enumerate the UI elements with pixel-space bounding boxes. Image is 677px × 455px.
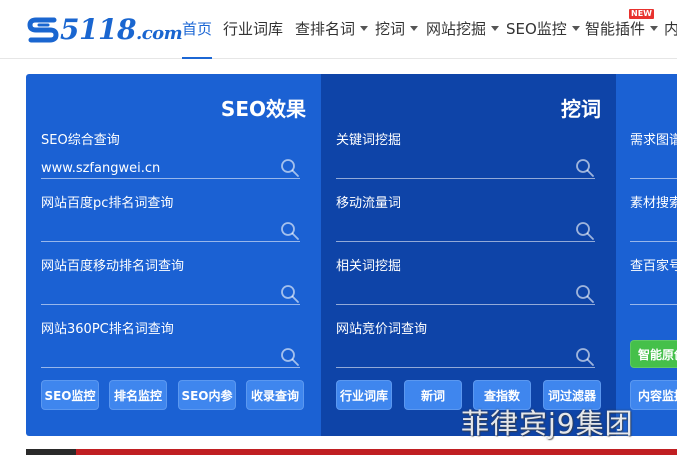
nav-item-rank-words[interactable]: 查排名词 xyxy=(295,19,369,39)
material-search: 素材搜索 xyxy=(630,195,677,255)
nav-item-home[interactable]: 首页 xyxy=(182,19,213,59)
baidu-mobile-rank-query: 网站百度移动排名词查询 xyxy=(41,258,300,318)
logo-suffix: .com xyxy=(135,23,183,44)
nav-item-smart-plugin[interactable]: 智能插件 xyxy=(585,19,659,39)
field-label: 需求图谱 xyxy=(630,133,677,148)
field-label: 关键词挖掘 xyxy=(336,133,402,148)
field-underline xyxy=(630,304,677,305)
smart-original-button[interactable]: 智能原创 xyxy=(630,340,677,368)
magnifier-icon[interactable] xyxy=(280,221,300,241)
nav-item-dig-words[interactable]: 挖词 xyxy=(375,19,419,39)
field-underline xyxy=(41,367,300,368)
field-underline xyxy=(630,178,677,179)
baidu-mobile-rank-input[interactable] xyxy=(41,282,267,306)
magnifier-icon[interactable] xyxy=(280,158,300,178)
magnifier-icon[interactable] xyxy=(280,347,300,367)
related-words-input[interactable] xyxy=(336,282,562,306)
nav-item-content[interactable]: 内 xyxy=(664,19,677,39)
field-label: 相关词挖掘 xyxy=(336,259,402,274)
logo-text: 5118.com xyxy=(60,12,183,52)
related-words-mining: 相关词挖掘 xyxy=(336,258,595,318)
chevron-down-icon xyxy=(571,26,580,31)
field-label: 素材搜索 xyxy=(630,196,677,211)
nav-item-label: 查排名词 xyxy=(295,20,356,38)
bid-words-query: 网站竞价词查询 xyxy=(336,321,595,381)
new-words-button[interactable]: 新词 xyxy=(404,380,462,410)
nav-item-label: 网站挖掘 xyxy=(426,20,487,38)
nav-item-seo-monitor[interactable]: SEO监控 xyxy=(506,19,580,39)
field-label: 移动流量词 xyxy=(336,196,402,211)
field-label: SEO综合查询 xyxy=(41,133,120,148)
field-underline xyxy=(630,241,677,242)
next-section-banner xyxy=(26,449,677,455)
nav-item-site-mining[interactable]: 网站挖掘 xyxy=(426,19,500,39)
logo-s-icon xyxy=(27,17,59,43)
industry-lexicon-button[interactable]: 行业词库 xyxy=(336,380,392,410)
content-monitor-button[interactable]: 内容监控 xyxy=(630,380,677,410)
panel-seo-effect: SEO效果 SEO综合查询 网站百度pc排名词查询 网站百度移动排名词查询 xyxy=(26,74,321,436)
nav-item-label: 挖词 xyxy=(375,20,406,38)
seo-overall-input[interactable] xyxy=(41,156,267,180)
field-label: 网站百度移动排名词查询 xyxy=(41,259,185,274)
mobile-traffic-words: 移动流量词 xyxy=(336,195,595,255)
demand-graph: 需求图谱 xyxy=(630,132,677,192)
field-underline xyxy=(336,178,595,179)
panel-dig-words: 挖词 关键词挖掘 移动流量词 相关词挖掘 网站竞价词查询 行业词库 新词 查指数… xyxy=(321,74,616,436)
header-spacer xyxy=(0,59,677,74)
nav-item-label: 智能插件 xyxy=(585,20,646,38)
baijiahao-search: 查百家号 xyxy=(630,258,677,318)
magnifier-icon[interactable] xyxy=(575,284,595,304)
nav-item-label: SEO监控 xyxy=(506,20,567,38)
baidu-pc-rank-query: 网站百度pc排名词查询 xyxy=(41,195,300,255)
magnifier-icon[interactable] xyxy=(280,284,300,304)
seo-monitor-button[interactable]: SEO监控 xyxy=(41,380,99,410)
so360-pc-rank-input[interactable] xyxy=(41,345,267,369)
bid-words-input[interactable] xyxy=(336,345,562,369)
chevron-down-icon xyxy=(650,26,659,31)
chevron-down-icon xyxy=(360,26,369,31)
nav-item-label: 行业词库 xyxy=(223,20,284,38)
nav-item-industry-lexicon[interactable]: 行业词库 xyxy=(223,19,283,39)
field-underline xyxy=(41,178,300,179)
chevron-down-icon xyxy=(491,26,500,31)
nav-item-label: 首页 xyxy=(182,20,213,38)
keyword-mining: 关键词挖掘 xyxy=(336,132,595,192)
new-badge: NEW xyxy=(629,9,654,19)
field-underline xyxy=(41,241,300,242)
so360-pc-rank-query: 网站360PC排名词查询 xyxy=(41,321,300,381)
field-underline xyxy=(41,304,300,305)
magnifier-icon[interactable] xyxy=(575,347,595,367)
field-underline xyxy=(336,241,595,242)
field-label: 网站360PC排名词查询 xyxy=(41,322,174,337)
field-label: 网站竞价词查询 xyxy=(336,322,428,337)
mobile-traffic-input[interactable] xyxy=(336,219,562,243)
keyword-mining-input[interactable] xyxy=(336,156,562,180)
tool-panels: SEO效果 SEO综合查询 网站百度pc排名词查询 网站百度移动排名词查询 xyxy=(26,74,677,436)
chevron-down-icon xyxy=(410,26,419,31)
watermark-text: 菲律宾j9集团 xyxy=(461,407,634,440)
magnifier-icon[interactable] xyxy=(575,221,595,241)
field-underline xyxy=(336,304,595,305)
field-underline xyxy=(336,367,595,368)
index-query-button[interactable]: 收录查询 xyxy=(246,380,304,410)
panel-title: 挖词 xyxy=(561,97,601,121)
field-label: 查百家号 xyxy=(630,259,677,274)
field-label: 网站百度pc排名词查询 xyxy=(41,196,174,211)
top-header: 5118.com 首页 行业词库 查排名词 挖词 网站挖掘 SEO监控 智能插件… xyxy=(0,0,677,59)
panel-content-tools: 需求图谱 素材搜索 查百家号 智能原创 内容监控 xyxy=(616,74,677,436)
magnifier-icon[interactable] xyxy=(575,158,595,178)
baidu-pc-rank-input[interactable] xyxy=(41,219,267,243)
panel-title: SEO效果 xyxy=(220,97,306,121)
rank-monitor-button[interactable]: 排名监控 xyxy=(109,380,167,410)
nav-item-label: 内 xyxy=(664,20,677,38)
seo-overall-query: SEO综合查询 xyxy=(41,132,300,192)
logo-name: 5118 xyxy=(60,13,136,46)
seo-insider-button[interactable]: SEO内参 xyxy=(178,380,236,410)
